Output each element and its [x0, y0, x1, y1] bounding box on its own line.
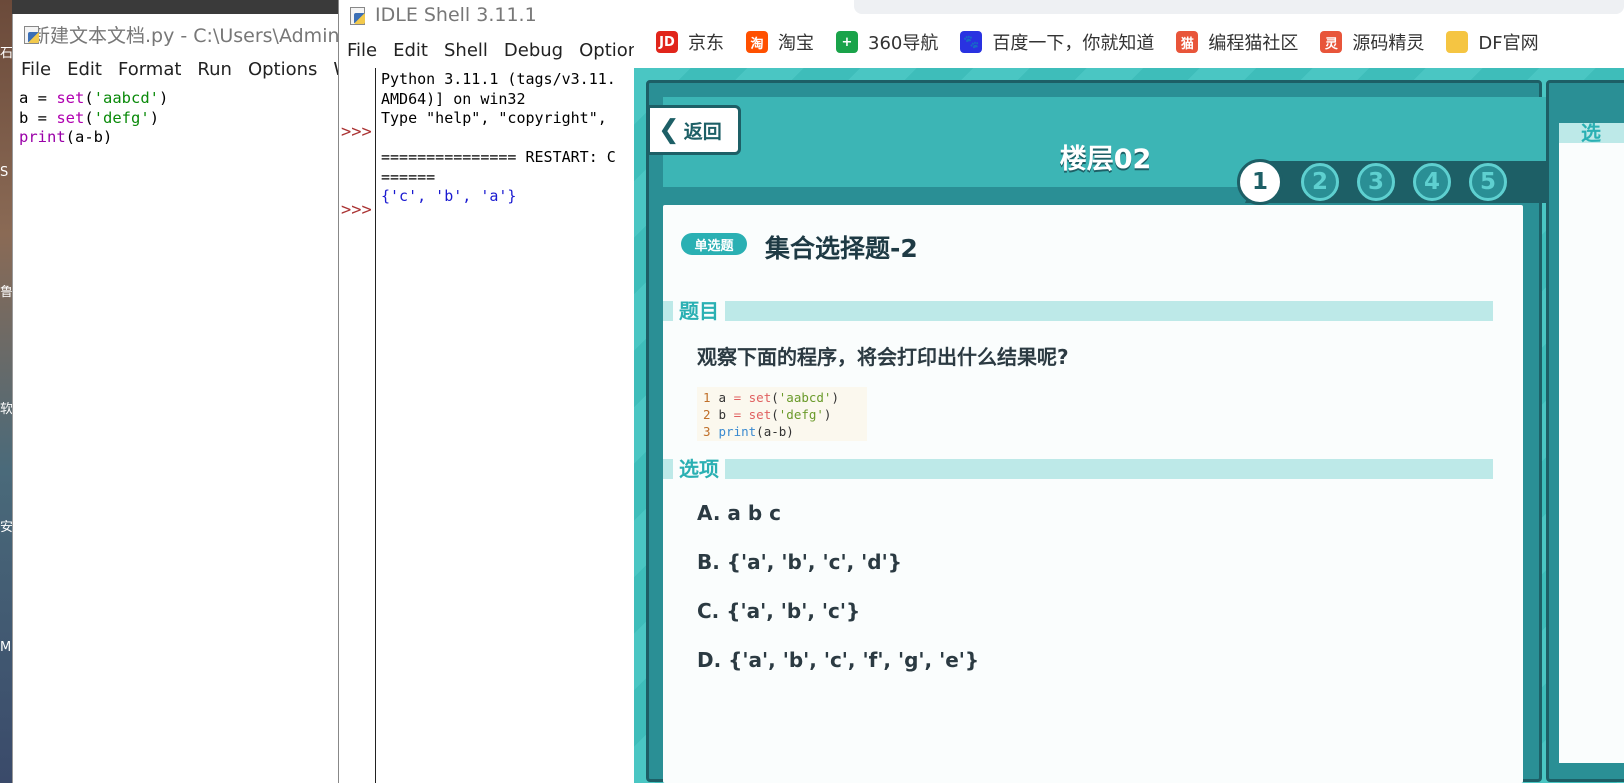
editor-window[interactable]: 新建文本文档.py - C:\Users\Admin File Edit For… [12, 14, 339, 783]
section-options-label: 选项 [673, 455, 725, 483]
bookmark-3[interactable]: 🐾 百度一下，你就知道 [960, 29, 1154, 55]
desktop-strip: 石 S 鲁 软 安 M [0, 0, 12, 783]
question-text: 观察下面的程序，将会打印出什么结果呢? [697, 345, 1069, 369]
desktop-icon[interactable]: 石 [0, 46, 12, 62]
editor-menu-run[interactable]: Run [197, 59, 232, 80]
baidu-icon: 🐾 [960, 31, 983, 53]
quiz-card: 楼层02 ❮ 返回 1 2 3 4 5 单选题 集合选择题-2 题目 观察下面的… [646, 80, 1548, 783]
desktop-icon[interactable]: M [0, 640, 12, 656]
next-card-section-label: 选 [1559, 123, 1624, 143]
folder-icon [1446, 31, 1469, 53]
bookmark-2[interactable]: +360导航 [836, 29, 938, 55]
bookmark-label: DF官网 [1478, 33, 1539, 54]
shell-menu-file[interactable]: File [347, 40, 377, 61]
quiz-stage: 楼层02 ❮ 返回 1 2 3 4 5 单选题 集合选择题-2 题目 观察下面的… [634, 68, 1624, 783]
shell-menu-shell[interactable]: Shell [444, 40, 488, 61]
editor-menubar: File Edit Format Run Options W [13, 54, 339, 84]
bookmark-5[interactable]: 灵源码精灵 [1320, 29, 1424, 55]
shell-result: {'c', 'b', 'a'} [381, 187, 517, 205]
shell-output[interactable]: Python 3.11.1 (tags/v3.11. AMD64)] on wi… [381, 70, 635, 207]
desktop-icon[interactable]: 鲁 [0, 285, 12, 301]
shell-banner-line: Type "help", "copyright", [381, 109, 607, 127]
chevron-left-icon: ❮ [658, 115, 680, 145]
section-question: 题目 [663, 297, 1493, 325]
editor-menu-edit[interactable]: Edit [67, 59, 102, 80]
next-quiz-card: 选 [1546, 80, 1624, 782]
editor-menu-options[interactable]: Options [248, 59, 317, 80]
option-c[interactable]: C. {'a', 'b', 'c'} [697, 599, 860, 623]
taobao-icon: 淘 [746, 31, 768, 53]
address-bar[interactable] [854, 0, 1624, 14]
shell-menubar: File Edit Shell Debug Options [339, 30, 635, 70]
shell-banner-line: AMD64)] on win32 [381, 89, 526, 108]
back-label: 返回 [683, 120, 722, 143]
bookmark-0[interactable]: JD 京东 [656, 29, 724, 55]
code-snippet: 1a = set('aabcd') 2b = set('defg') 3 prin… [697, 387, 867, 441]
section-options: 选项 [663, 455, 1493, 483]
shell-prompt-gutter: >>> >>> [339, 68, 376, 783]
shell-banner-line: Python 3.11.1 (tags/v3.11. [381, 70, 616, 88]
option-a[interactable]: A. a b c [697, 501, 781, 525]
browser-window[interactable]: JD 京东 淘淘宝 +360导航 🐾 百度一下，你就知道猫编程猫社区灵源码精灵 DF官网 楼… [634, 0, 1624, 783]
bookmark-label: 源码精灵 [1352, 33, 1425, 54]
editor-title: 新建文本文档.py - C:\Users\Admin [31, 24, 339, 47]
step-4[interactable]: 4 [1413, 163, 1451, 201]
editor-code-area[interactable]: a = set('aabcd') b = set('defg') print(a… [13, 84, 339, 153]
step-1[interactable]: 1 [1237, 159, 1283, 205]
jd-icon: JD [656, 31, 678, 53]
bookmark-6[interactable]: DF官网 [1446, 29, 1539, 55]
code-line-2: b = set('defg') [19, 108, 160, 127]
yuanma-icon: 灵 [1320, 31, 1343, 53]
shell-menu-debug[interactable]: Debug [504, 40, 563, 61]
shell-restart-line: =============== RESTART: C [381, 148, 616, 166]
shell-title: IDLE Shell 3.11.1 [375, 4, 537, 26]
bookmark-label: 360导航 [868, 33, 939, 54]
option-b[interactable]: B. {'a', 'b', 'c', 'd'} [697, 550, 902, 574]
desktop-icon[interactable]: 安 [0, 520, 12, 536]
back-button[interactable]: ❮ 返回 [647, 105, 741, 155]
shell-restart-line: ====== [381, 167, 436, 186]
bookmark-label: 淘宝 [778, 33, 814, 54]
option-d[interactable]: D. {'a', 'b', 'c', 'f', 'g', 'e'} [697, 648, 979, 672]
shell-titlebar[interactable]: IDLE Shell 3.11.1 [339, 0, 635, 30]
section-question-label: 题目 [673, 297, 725, 325]
shell-prompt: >>> [341, 200, 372, 220]
question-type-badge: 单选题 [681, 233, 747, 255]
bookmarks-bar: JD 京东 淘淘宝 +360导航 🐾 百度一下，你就知道猫编程猫社区灵源码精灵 DF官网 [634, 20, 1624, 64]
step-2[interactable]: 2 [1301, 163, 1339, 201]
bookmark-label: 百度一下，你就知道 [992, 33, 1155, 54]
editor-titlebar[interactable]: 新建文本文档.py - C:\Users\Admin [13, 14, 339, 54]
desktop-icon[interactable]: S [0, 165, 12, 181]
shell-window[interactable]: IDLE Shell 3.11.1 File Edit Shell Debug … [338, 0, 635, 783]
shell-menu-edit[interactable]: Edit [393, 40, 428, 61]
question-title: 集合选择题-2 [765, 234, 918, 263]
shell-menu-options[interactable]: Options [579, 40, 635, 61]
code-line-3: print(a-b) [19, 128, 113, 146]
desktop-icon[interactable]: 软 [0, 402, 12, 418]
bookmark-label: 编程猫社区 [1208, 33, 1299, 54]
step-3[interactable]: 3 [1357, 163, 1395, 201]
editor-menu-file[interactable]: File [21, 59, 51, 80]
shell-prompt: >>> [341, 122, 372, 142]
bookmark-label: 京东 [688, 33, 724, 54]
editor-menu-format[interactable]: Format [118, 59, 181, 80]
step-5[interactable]: 5 [1469, 163, 1507, 201]
bookmark-4[interactable]: 猫编程猫社区 [1176, 29, 1298, 55]
codemao-icon: 猫 [1176, 31, 1199, 53]
python-shell-icon [349, 6, 367, 25]
question-panel: 单选题 集合选择题-2 题目 观察下面的程序，将会打印出什么结果呢? 1a = … [663, 205, 1523, 783]
bookmark-1[interactable]: 淘淘宝 [746, 29, 814, 55]
360-icon: + [836, 31, 858, 53]
code-line-1: a = set('aabcd') [19, 89, 169, 107]
